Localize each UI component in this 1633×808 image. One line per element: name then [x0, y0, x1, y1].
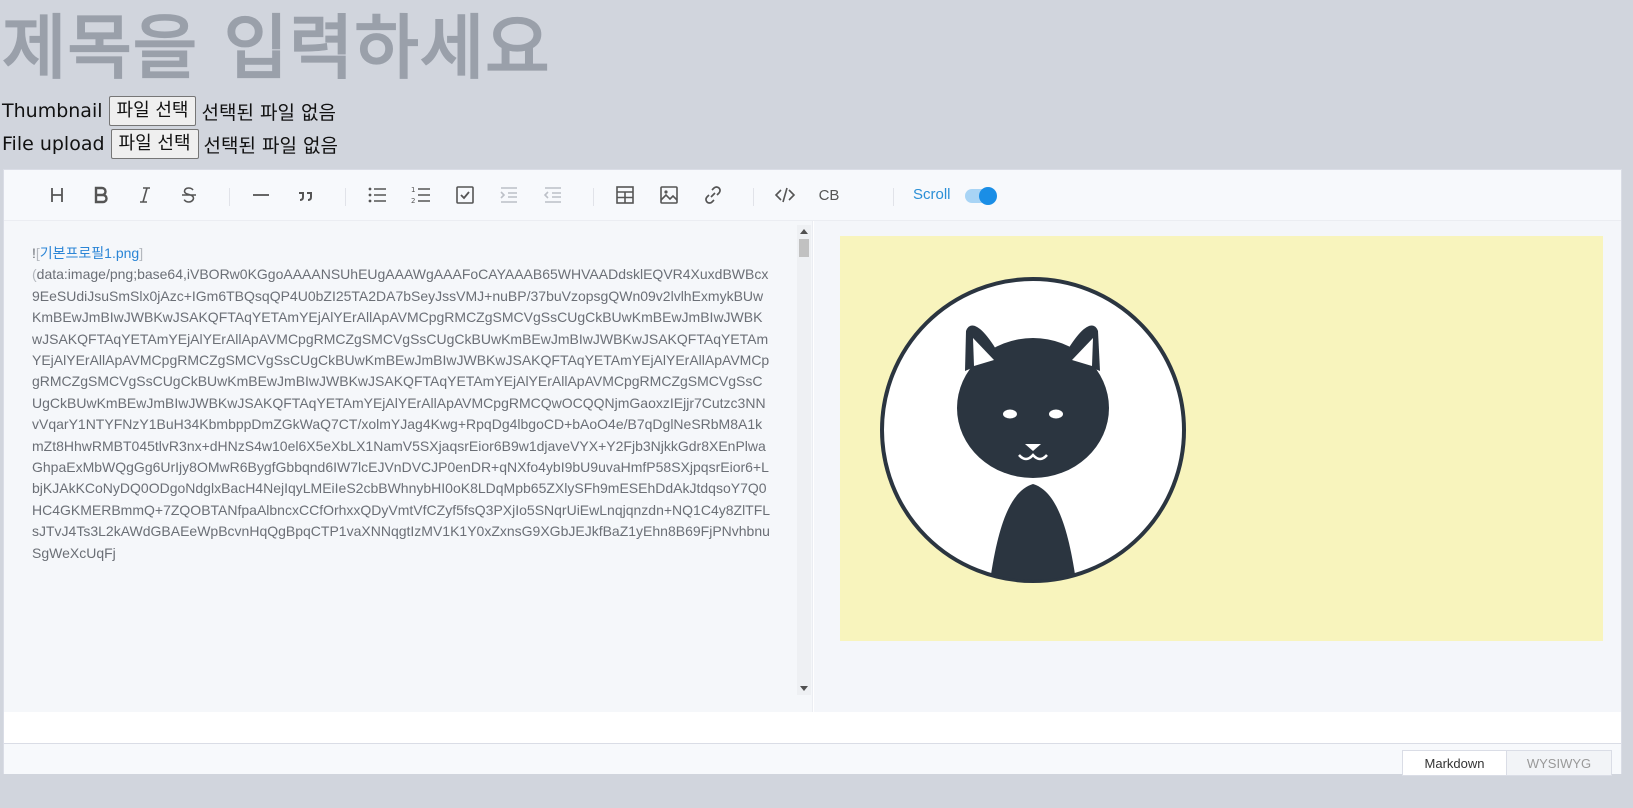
bold-icon[interactable]	[88, 182, 114, 208]
file-upload-button[interactable]: 파일 선택	[110, 129, 199, 159]
toolbar-divider	[229, 188, 230, 206]
image-icon[interactable]	[656, 182, 682, 208]
codeblock-icon[interactable]: CB	[816, 182, 842, 208]
markdown-text[interactable]: ![기본프로필1.png] (data:image/png;base64,iVBO…	[32, 243, 772, 693]
file-upload-status: 선택된 파일 없음	[203, 134, 338, 157]
scroll-down-arrow[interactable]	[800, 686, 808, 691]
thumbnail-label: Thumbnail	[2, 100, 103, 122]
italic-icon[interactable]	[132, 182, 158, 208]
strike-icon[interactable]	[176, 182, 202, 208]
scroll-sync-label: Scroll	[913, 186, 951, 203]
md-close-bracket: ]	[139, 245, 144, 261]
editor-footer: Markdown WYSIWYG	[4, 743, 1621, 776]
tab-markdown[interactable]: Markdown	[1402, 750, 1507, 776]
toolbar-divider	[593, 188, 594, 206]
hr-icon[interactable]	[248, 182, 274, 208]
preview-pane	[814, 221, 1621, 712]
title-input[interactable]	[2, 6, 1402, 90]
md-image-alt: 기본프로필1.png	[39, 245, 140, 261]
tab-wysiwyg[interactable]: WYSIWYG	[1506, 750, 1612, 776]
heading-icon[interactable]	[44, 182, 70, 208]
markdown-scrollbar[interactable]	[797, 225, 811, 695]
toolbar-divider	[345, 188, 346, 206]
cat-profile-image	[880, 277, 1186, 583]
toggle-knob	[979, 187, 997, 205]
svg-text:1: 1	[411, 186, 415, 194]
code-icon[interactable]	[772, 182, 798, 208]
ordered-list-icon[interactable]: 12	[408, 182, 434, 208]
file-upload-row: File upload 파일 선택 선택된 파일 없음	[2, 127, 338, 161]
bullet-list-icon[interactable]	[364, 182, 390, 208]
task-list-icon[interactable]	[452, 182, 478, 208]
quote-icon[interactable]	[292, 182, 318, 208]
file-upload-label: File upload	[2, 133, 105, 155]
link-icon[interactable]	[700, 182, 726, 208]
editor-toolbar: 12 CB Scroll	[4, 170, 1621, 221]
thumbnail-file-status: 선택된 파일 없음	[201, 101, 336, 124]
thumbnail-row: Thumbnail 파일 선택 선택된 파일 없음	[2, 94, 336, 128]
thumbnail-file-button[interactable]: 파일 선택	[108, 96, 197, 126]
scroll-up-arrow[interactable]	[800, 229, 808, 234]
outdent-icon[interactable]	[540, 182, 566, 208]
svg-text:2: 2	[411, 197, 415, 205]
toolbar-divider	[753, 188, 754, 206]
markdown-pane[interactable]: ![기본프로필1.png] (data:image/png;base64,iVBO…	[4, 221, 813, 712]
markdown-editor: 12 CB Scroll ![기본프로필1.png] (data:image/p…	[3, 169, 1622, 776]
md-image-data: data:image/png;base64,iVBORw0KGgoAAAANSU…	[32, 266, 771, 561]
scroll-thumb[interactable]	[799, 239, 809, 257]
toolbar-divider	[893, 188, 894, 206]
table-icon[interactable]	[612, 182, 638, 208]
indent-icon[interactable]	[496, 182, 522, 208]
scroll-sync-toggle[interactable]	[965, 187, 997, 205]
preview-image	[840, 236, 1603, 641]
